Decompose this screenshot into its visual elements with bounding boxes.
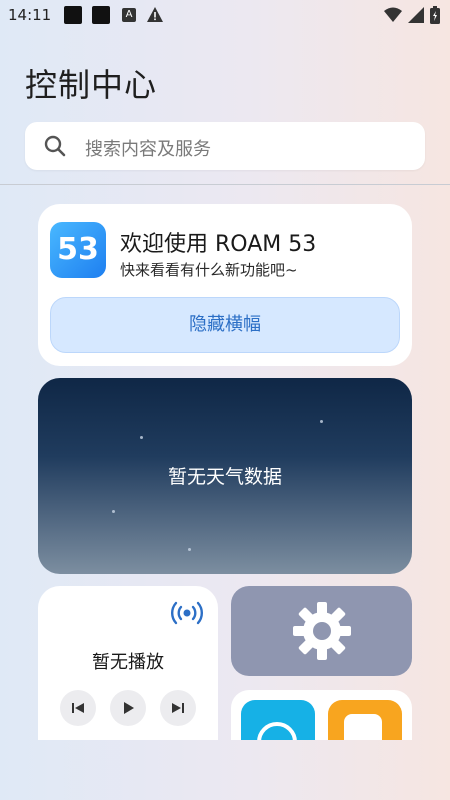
notification-icon [64,6,82,24]
play-button[interactable] [110,690,146,726]
star-dot [188,548,191,551]
music-empty-text: 暂无播放 [92,652,164,673]
star-dot [140,436,143,439]
music-card[interactable]: 暂无播放 [38,586,218,746]
status-time: 14:11 [8,6,52,24]
banner-title: 欢迎使用 ROAM 53 [120,232,317,257]
play-icon [124,702,134,714]
notification-icon [92,6,110,24]
previous-button[interactable] [60,690,96,726]
gear-icon [293,602,351,660]
hide-banner-label: 隐藏横幅 [189,314,261,335]
bottom-fade [0,740,450,800]
search-input[interactable]: 搜索内容及服务 [25,122,425,170]
banner-subtitle: 快来看看有什么新功能吧~ [120,261,298,279]
welcome-banner: 53 欢迎使用 ROAM 53 快来看看有什么新功能吧~ 隐藏横幅 [38,204,412,366]
wifi-icon [384,7,402,22]
next-button[interactable] [160,690,196,726]
previous-icon [72,703,84,713]
star-dot [112,510,115,513]
star-dot [320,420,323,423]
search-placeholder: 搜索内容及服务 [85,139,211,160]
app-notification-icon: A [122,8,136,22]
battery-icon [430,6,440,24]
signal-icon [408,7,424,23]
next-icon [172,703,184,713]
search-icon [44,135,66,157]
divider [0,184,450,185]
radio-waves-icon[interactable] [170,600,204,626]
status-bar: 14:11 A [0,0,450,32]
hide-banner-button[interactable]: 隐藏横幅 [50,297,400,353]
roam-logo: 53 [50,222,106,278]
weather-empty-text: 暂无天气数据 [167,466,282,488]
settings-tile[interactable] [231,586,412,676]
page-title: 控制中心 [25,66,158,104]
warning-icon [147,7,163,22]
weather-card[interactable]: 暂无天气数据 [38,378,412,574]
